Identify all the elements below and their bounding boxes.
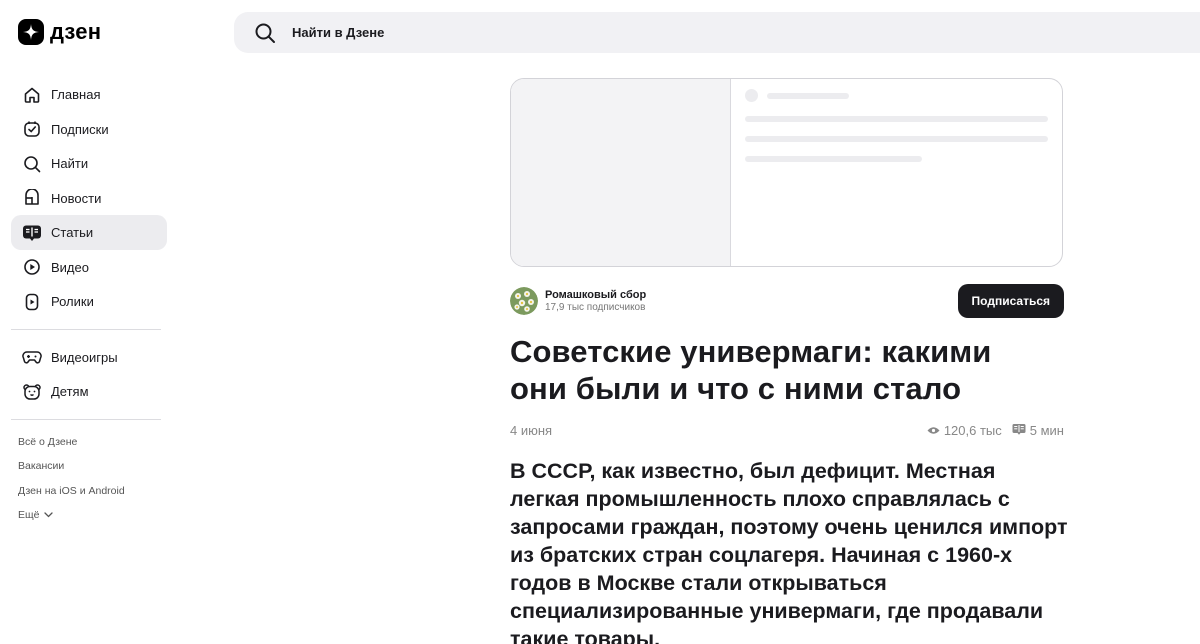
sidebar-footer: Всё о Дзене Вакансии Дзен на iOS и Andro…: [11, 430, 167, 528]
sidebar-item-subscriptions[interactable]: Подписки: [11, 112, 167, 147]
article-date: 4 июня: [510, 423, 553, 438]
dzen-star-icon: [18, 19, 44, 45]
sidebar-item-articles[interactable]: Статьи: [11, 215, 167, 250]
article-stats: 120,6 тыс 5 мин: [927, 423, 1064, 438]
search-icon: [254, 22, 276, 44]
gamepad-icon: [22, 347, 42, 367]
book-icon: [1012, 423, 1026, 438]
sidebar-item-label: Подписки: [51, 121, 109, 137]
skeleton-line: [745, 116, 1048, 122]
skeleton-avatar: [745, 89, 758, 102]
skeleton-line: [745, 136, 1048, 142]
footer-link-about[interactable]: Всё о Дзене: [18, 430, 167, 455]
read-time: 5 мин: [1029, 423, 1064, 438]
channel-text: Ромашковый сбор 17,9 тыс подписчиков: [545, 289, 646, 314]
article-meta: 4 июня 120,6 тыс 5 мин: [510, 423, 1064, 438]
logo-text: дзен: [50, 19, 102, 44]
sidebar-item-label: Найти: [51, 156, 89, 171]
skeleton-line: [767, 92, 849, 99]
sidebar-item-label: Детям: [51, 384, 89, 399]
preview-text-placeholder: [731, 79, 1062, 266]
skeleton-row: [745, 116, 1048, 122]
sidebar: Главная Подписки Найти Новости Статьи Ви…: [11, 77, 167, 528]
footer-more-button[interactable]: Ещё: [18, 503, 167, 528]
news-icon: [22, 188, 42, 208]
article-preview-placeholder: [510, 78, 1063, 267]
sidebar-item-news[interactable]: Новости: [11, 181, 167, 216]
kids-icon: [22, 382, 42, 402]
subscribe-button[interactable]: Подписаться: [957, 284, 1064, 318]
sidebar-item-label: Статьи: [51, 225, 94, 240]
sidebar-divider: [11, 328, 161, 330]
skeleton-row: [745, 156, 1048, 162]
sidebar-item-label: Ролики: [51, 294, 94, 309]
articles-icon: [22, 223, 42, 243]
more-label: Ещё: [18, 509, 40, 522]
eye-icon: [927, 423, 940, 438]
home-icon: [22, 85, 42, 105]
sidebar-item-label: Видеоигры: [51, 349, 118, 365]
search-bar[interactable]: [234, 12, 1200, 53]
skeleton-row: [745, 89, 1048, 102]
video-icon: [22, 257, 42, 277]
article-lead-paragraph: В СССР, как известно, был дефицит. Местн…: [510, 459, 1068, 644]
chevron-down-icon: [44, 509, 54, 521]
channel-row: Ромашковый сбор 17,9 тыс подписчиков Под…: [510, 284, 1064, 318]
views-count: 120,6 тыс: [943, 423, 1002, 438]
sidebar-item-videogames[interactable]: Видеоигры: [11, 340, 167, 375]
sidebar-item-video[interactable]: Видео: [11, 250, 167, 285]
search-input[interactable]: [292, 25, 892, 40]
skeleton-line: [745, 156, 922, 162]
sidebar-item-shorts[interactable]: Ролики: [11, 284, 167, 319]
footer-link-jobs[interactable]: Вакансии: [18, 454, 167, 479]
sidebar-item-search[interactable]: Найти: [11, 146, 167, 181]
channel-info[interactable]: Ромашковый сбор 17,9 тыс подписчиков: [510, 287, 646, 315]
channel-avatar[interactable]: [510, 287, 538, 315]
article-content: Ромашковый сбор 17,9 тыс подписчиков Под…: [510, 78, 1068, 644]
dzen-logo[interactable]: дзен: [18, 19, 101, 45]
channel-name[interactable]: Ромашковый сбор: [545, 289, 646, 302]
sidebar-item-label: Главная: [51, 87, 101, 102]
subscriptions-icon: [22, 119, 42, 139]
footer-link-apps[interactable]: Дзен на iOS и Android: [18, 479, 167, 504]
views-stat: 120,6 тыс: [927, 423, 1002, 438]
sidebar-item-kids[interactable]: Детям: [11, 374, 167, 409]
sidebar-item-home[interactable]: Главная: [11, 77, 167, 112]
sidebar-item-label: Новости: [51, 190, 102, 206]
channel-subscribers: 17,9 тыс подписчиков: [545, 301, 646, 313]
sidebar-divider: [11, 418, 161, 420]
search-icon: [22, 154, 42, 174]
read-time-stat: 5 мин: [1012, 423, 1064, 438]
skeleton-row: [745, 136, 1048, 142]
sidebar-item-label: Видео: [51, 259, 89, 275]
article-title: Советские универмаги: какими они были и …: [510, 334, 992, 406]
preview-image-placeholder: [511, 79, 731, 266]
shorts-icon: [22, 292, 42, 312]
